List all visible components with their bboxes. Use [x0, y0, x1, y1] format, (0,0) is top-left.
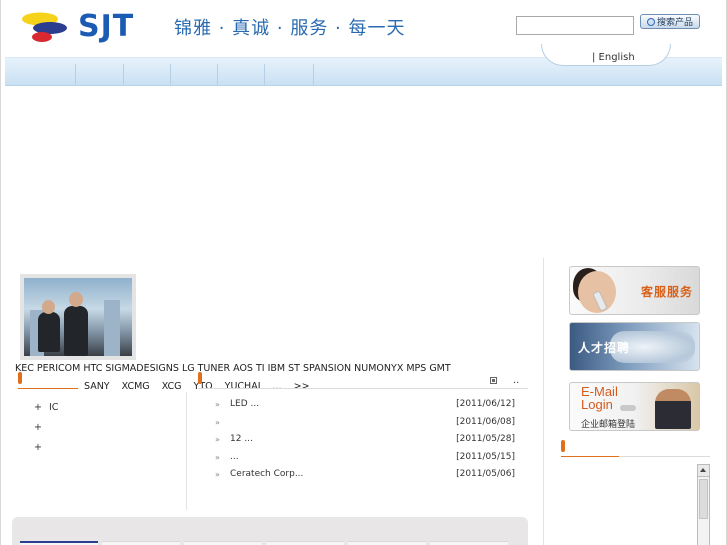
- photo-head: [69, 292, 83, 307]
- email-login-banner[interactable]: E-Mail Login 企业邮箱登陆: [569, 382, 700, 431]
- customer-service-label: 客服服务: [640, 285, 693, 299]
- bottom-tab[interactable]: [20, 541, 98, 545]
- bullet-icon: »: [215, 400, 220, 409]
- expand-icon[interactable]: [490, 377, 497, 384]
- brand-list-row[interactable]: KEC PERICOM HTC SIGMADESIGNS LG TUNER AO…: [15, 363, 451, 374]
- customer-service-banner[interactable]: 客服服务: [569, 266, 700, 315]
- news-divider: [198, 388, 528, 389]
- news-list: » LED ... [2011/06/12] » [2011/06/08] » …: [215, 399, 517, 487]
- nav-item-5[interactable]: [218, 64, 265, 85]
- news-tab-marker: [198, 372, 202, 384]
- news-title[interactable]: LED ...: [230, 399, 259, 409]
- bullet-icon: »: [215, 452, 220, 462]
- recruitment-banner[interactable]: 人才招聘: [569, 322, 700, 371]
- brand-link[interactable]: XCG: [162, 381, 182, 392]
- news-title[interactable]: ...: [230, 452, 239, 462]
- bottom-tab[interactable]: [102, 541, 180, 545]
- company-logo[interactable]: SJT: [20, 10, 160, 44]
- news-date: [2011/05/06]: [456, 469, 515, 479]
- email-title: E-Mail Login: [581, 384, 618, 412]
- expand-plus-icon: +: [34, 402, 42, 413]
- nav-item-3[interactable]: [124, 64, 171, 85]
- expand-plus-icon: +: [34, 442, 42, 453]
- column-divider: [186, 392, 187, 510]
- bullet-icon: »: [215, 417, 220, 427]
- brand-next-link[interactable]: >>: [294, 381, 310, 392]
- bottom-tab[interactable]: [184, 541, 262, 545]
- nav-item-6[interactable]: [265, 64, 314, 85]
- go-arrow-icon: [620, 405, 636, 411]
- bullet-icon: »: [215, 470, 220, 479]
- list-item[interactable]: +: [34, 442, 58, 462]
- list-item[interactable]: +: [34, 422, 58, 442]
- photo-person: [64, 306, 88, 356]
- expand-plus-icon: +: [34, 422, 42, 433]
- bottom-tab-panel: [12, 517, 528, 545]
- brand-link[interactable]: SANY: [84, 381, 110, 392]
- scrollbar[interactable]: [697, 464, 710, 545]
- news-item[interactable]: » LED ... [2011/06/12]: [215, 399, 517, 417]
- photo-head: [42, 300, 55, 314]
- slogan: 锦雅 · 真诚 · 服务 · 每一天: [174, 18, 406, 39]
- logo-ovals-icon: [22, 12, 67, 42]
- business-team-photo: [20, 274, 136, 360]
- search-input[interactable]: [516, 16, 634, 35]
- scroll-thumb[interactable]: [699, 479, 708, 519]
- bottom-tab[interactable]: [266, 541, 344, 545]
- banner-photo-person: [655, 389, 691, 429]
- photo-person: [38, 312, 60, 352]
- news-more-link[interactable]: ..: [513, 375, 519, 386]
- nav-item-4[interactable]: [171, 64, 218, 85]
- news-title[interactable]: 12 ...: [230, 434, 253, 444]
- logo-text: SJT: [78, 9, 135, 44]
- search-products-button[interactable]: 搜索产品: [640, 14, 700, 29]
- nav-item-1[interactable]: [5, 64, 76, 85]
- photo-building: [104, 300, 120, 356]
- news-date: [2011/06/12]: [456, 399, 515, 409]
- email-login-label: 企业邮箱登陆: [581, 420, 636, 430]
- list-item[interactable]: + IC: [34, 402, 58, 422]
- english-link[interactable]: | English: [592, 52, 635, 63]
- sidebar-section-divider: [619, 456, 710, 457]
- products-tab-marker: [18, 372, 22, 384]
- brand-more[interactable]: ...: [273, 381, 282, 392]
- nav-item-2[interactable]: [76, 64, 124, 85]
- bottom-tab[interactable]: [348, 541, 426, 545]
- brand-link[interactable]: XCMG: [122, 381, 150, 392]
- news-title[interactable]: Ceratech Corp...: [230, 469, 303, 479]
- news-item[interactable]: » 12 ... [2011/05/28]: [215, 434, 517, 452]
- products-underline: [18, 388, 78, 389]
- news-item[interactable]: » [2011/06/08]: [215, 417, 517, 435]
- sidebar-section-underline: [561, 456, 619, 457]
- search-icon: [646, 17, 655, 26]
- news-date: [2011/06/08]: [456, 416, 515, 427]
- news-item[interactable]: » ... [2011/05/15]: [215, 452, 517, 470]
- product-category-list: + IC + +: [34, 402, 58, 462]
- recruitment-label: 人才招聘: [578, 341, 631, 355]
- sidebar-section-marker: [561, 440, 565, 452]
- bullet-icon: »: [215, 435, 220, 444]
- news-date: [2011/05/28]: [456, 434, 515, 444]
- sidebar-divider: [543, 258, 544, 545]
- news-item[interactable]: » Ceratech Corp... [2011/05/06]: [215, 469, 517, 487]
- scroll-up-arrow-icon[interactable]: [698, 465, 709, 477]
- brand-link[interactable]: YTO: [194, 381, 213, 392]
- news-date: [2011/05/15]: [456, 451, 515, 462]
- bottom-tab[interactable]: [430, 541, 508, 545]
- search-button-label: 搜索产品: [656, 18, 693, 28]
- brand-link[interactable]: YUCHAI: [225, 381, 261, 392]
